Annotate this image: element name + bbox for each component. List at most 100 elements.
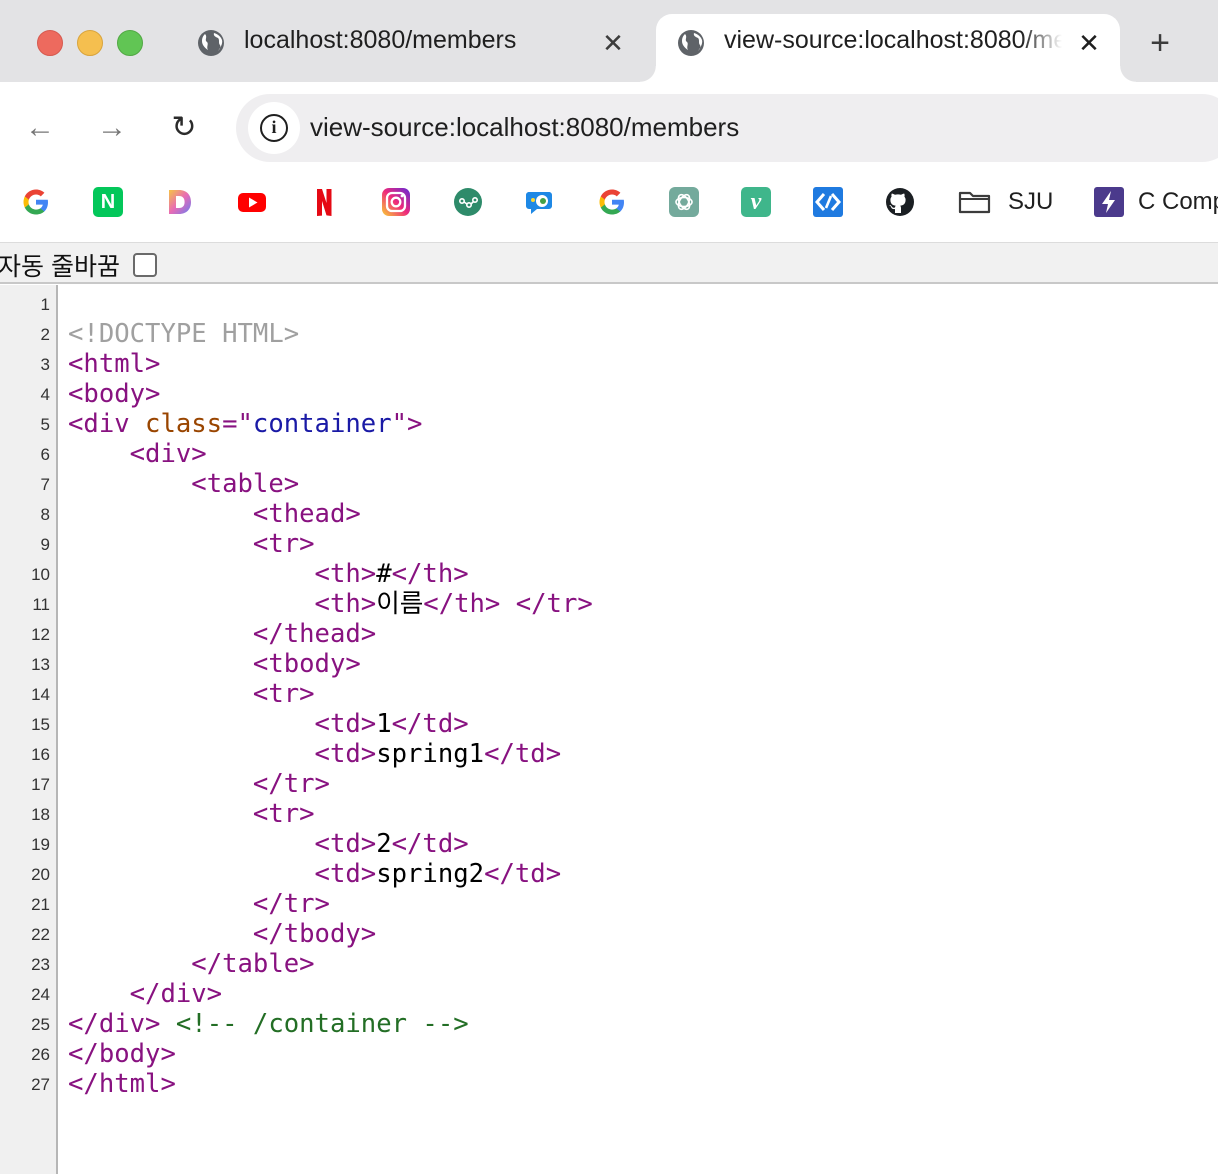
graph-node-icon[interactable] <box>453 187 483 217</box>
source-line: 27 </html> <box>0 1069 1218 1099</box>
tab-view-source[interactable]: view-source:localhost:8080/members ✕ <box>640 14 1136 82</box>
github-icon[interactable] <box>885 187 915 217</box>
line-number: 20 <box>31 865 50 884</box>
line-wrap-label: 자동 줄바꿈 <box>0 253 120 281</box>
line-wrap-checkbox[interactable] <box>133 253 157 277</box>
address-bar[interactable]: i view-source:localhost:8080/members <box>236 94 1218 162</box>
source-line: 23 </table> <box>0 949 1218 979</box>
line-number: 9 <box>40 535 50 554</box>
source-code-view: 1 2 <!DOCTYPE HTML> 3 <html> 4 <body> 5 <div cla… <box>0 285 1218 1174</box>
d-logo-icon[interactable] <box>165 187 195 217</box>
line-number: 4 <box>40 385 50 404</box>
tab-title: view-source:localhost:8080/members <box>724 26 1062 54</box>
source-code-text: </tr> <box>252 769 330 799</box>
source-line: 2 <!DOCTYPE HTML> <box>0 319 1218 349</box>
source-line: 14 <tr> <box>0 679 1218 709</box>
source-code-text: <td>2</td> <box>314 829 469 859</box>
bookmark-folder-sju[interactable]: SJU <box>1008 188 1053 216</box>
line-number: 25 <box>31 1015 50 1034</box>
source-code-text: <div> <box>129 439 207 469</box>
source-code-text: <tr> <box>252 799 315 829</box>
source-code-text: <thead> <box>252 499 361 529</box>
source-code-text: <tr> <box>252 529 315 559</box>
reload-button[interactable]: ↻ <box>166 110 202 146</box>
line-number: 15 <box>31 715 50 734</box>
new-tab-button[interactable]: + <box>1142 26 1178 62</box>
line-number: 26 <box>31 1045 50 1064</box>
naver-n-icon[interactable]: N <box>93 187 123 217</box>
source-line: 17 </tr> <box>0 769 1218 799</box>
source-code-text: <!DOCTYPE HTML> <box>68 319 300 349</box>
youtube-icon[interactable] <box>237 187 267 217</box>
window-zoom-button[interactable] <box>117 30 143 56</box>
source-line: 15 <td>1</td> <box>0 709 1218 739</box>
toolbar: ← → ↻ i view-source:localhost:8080/membe… <box>0 82 1218 174</box>
source-line: 22 </tbody> <box>0 919 1218 949</box>
source-code-text: </body> <box>68 1039 176 1069</box>
line-number: 5 <box>40 415 50 434</box>
forward-button[interactable]: → <box>94 110 130 146</box>
line-number: 7 <box>40 475 50 494</box>
google-icon[interactable] <box>21 187 51 217</box>
line-number: 27 <box>31 1075 50 1094</box>
globe-icon <box>198 30 224 56</box>
bookmark-c-comp[interactable]: C Comp <box>1138 188 1218 216</box>
source-code-text: <tbody> <box>252 649 361 679</box>
source-line: 19 <td>2</td> <box>0 829 1218 859</box>
line-number: 2 <box>40 325 50 344</box>
url-scheme: view-source: <box>310 112 456 142</box>
source-code-text: <th>이름</th> </tr> <box>314 589 593 619</box>
source-code-text: </div> <!-- /container --> <box>68 1009 469 1039</box>
source-line: 4 <body> <box>0 379 1218 409</box>
source-line: 20 <td>spring2</td> <box>0 859 1218 889</box>
source-code-text: </tr> <box>252 889 330 919</box>
line-number: 12 <box>31 625 50 644</box>
source-line: 3 <html> <box>0 349 1218 379</box>
source-line: 8 <thead> <box>0 499 1218 529</box>
window-minimize-button[interactable] <box>77 30 103 56</box>
source-code-text: <div class="container"> <box>68 409 423 439</box>
source-code-text: <td>spring1</td> <box>314 739 562 769</box>
v-logo-icon[interactable]: v <box>741 187 771 217</box>
source-code-text: <tr> <box>252 679 315 709</box>
source-line: 1 <box>0 289 1218 319</box>
instagram-icon[interactable] <box>381 187 411 217</box>
chatgpt-icon[interactable] <box>669 187 699 217</box>
tab-strip: localhost:8080/members ✕ view-source:loc… <box>0 0 1218 82</box>
source-line: 9 <tr> <box>0 529 1218 559</box>
arrows-logo-icon[interactable] <box>813 187 843 217</box>
chat-bubble-icon[interactable] <box>525 187 555 217</box>
source-line: 10 <th>#</th> <box>0 559 1218 589</box>
site-info-button[interactable]: i <box>248 102 300 154</box>
source-line: 13 <tbody> <box>0 649 1218 679</box>
globe-icon <box>678 30 704 56</box>
window-close-button[interactable] <box>37 30 63 56</box>
folder-icon[interactable] <box>958 187 992 217</box>
line-number: 24 <box>31 985 50 1004</box>
source-line: 6 <div> <box>0 439 1218 469</box>
info-icon: i <box>260 114 288 142</box>
line-number: 21 <box>31 895 50 914</box>
google-icon[interactable] <box>597 187 627 217</box>
tab-close-icon[interactable]: ✕ <box>1076 30 1102 56</box>
line-number: 8 <box>40 505 50 524</box>
source-line: 18 <tr> <box>0 799 1218 829</box>
url-text[interactable]: view-source:localhost:8080/members <box>310 112 739 143</box>
lightning-icon[interactable] <box>1094 187 1124 217</box>
source-line: 26 </body> <box>0 1039 1218 1069</box>
line-number: 23 <box>31 955 50 974</box>
source-code-text: <td>1</td> <box>314 709 469 739</box>
tab-members[interactable]: localhost:8080/members ✕ <box>176 14 646 82</box>
back-button[interactable]: ← <box>22 110 58 146</box>
tab-close-icon[interactable]: ✕ <box>600 30 626 56</box>
source-line: 7 <table> <box>0 469 1218 499</box>
source-code-text: </thead> <box>252 619 377 649</box>
source-line: 25 </div> <!-- /container --> <box>0 1009 1218 1039</box>
line-number: 11 <box>32 595 50 614</box>
netflix-icon[interactable] <box>309 187 339 217</box>
line-number: 17 <box>31 775 50 794</box>
source-code-text: </table> <box>191 949 315 979</box>
source-line: 16 <td>spring1</td> <box>0 739 1218 769</box>
source-line: 11 <th>이름</th> </tr> <box>0 589 1218 619</box>
source-line: 24 </div> <box>0 979 1218 1009</box>
